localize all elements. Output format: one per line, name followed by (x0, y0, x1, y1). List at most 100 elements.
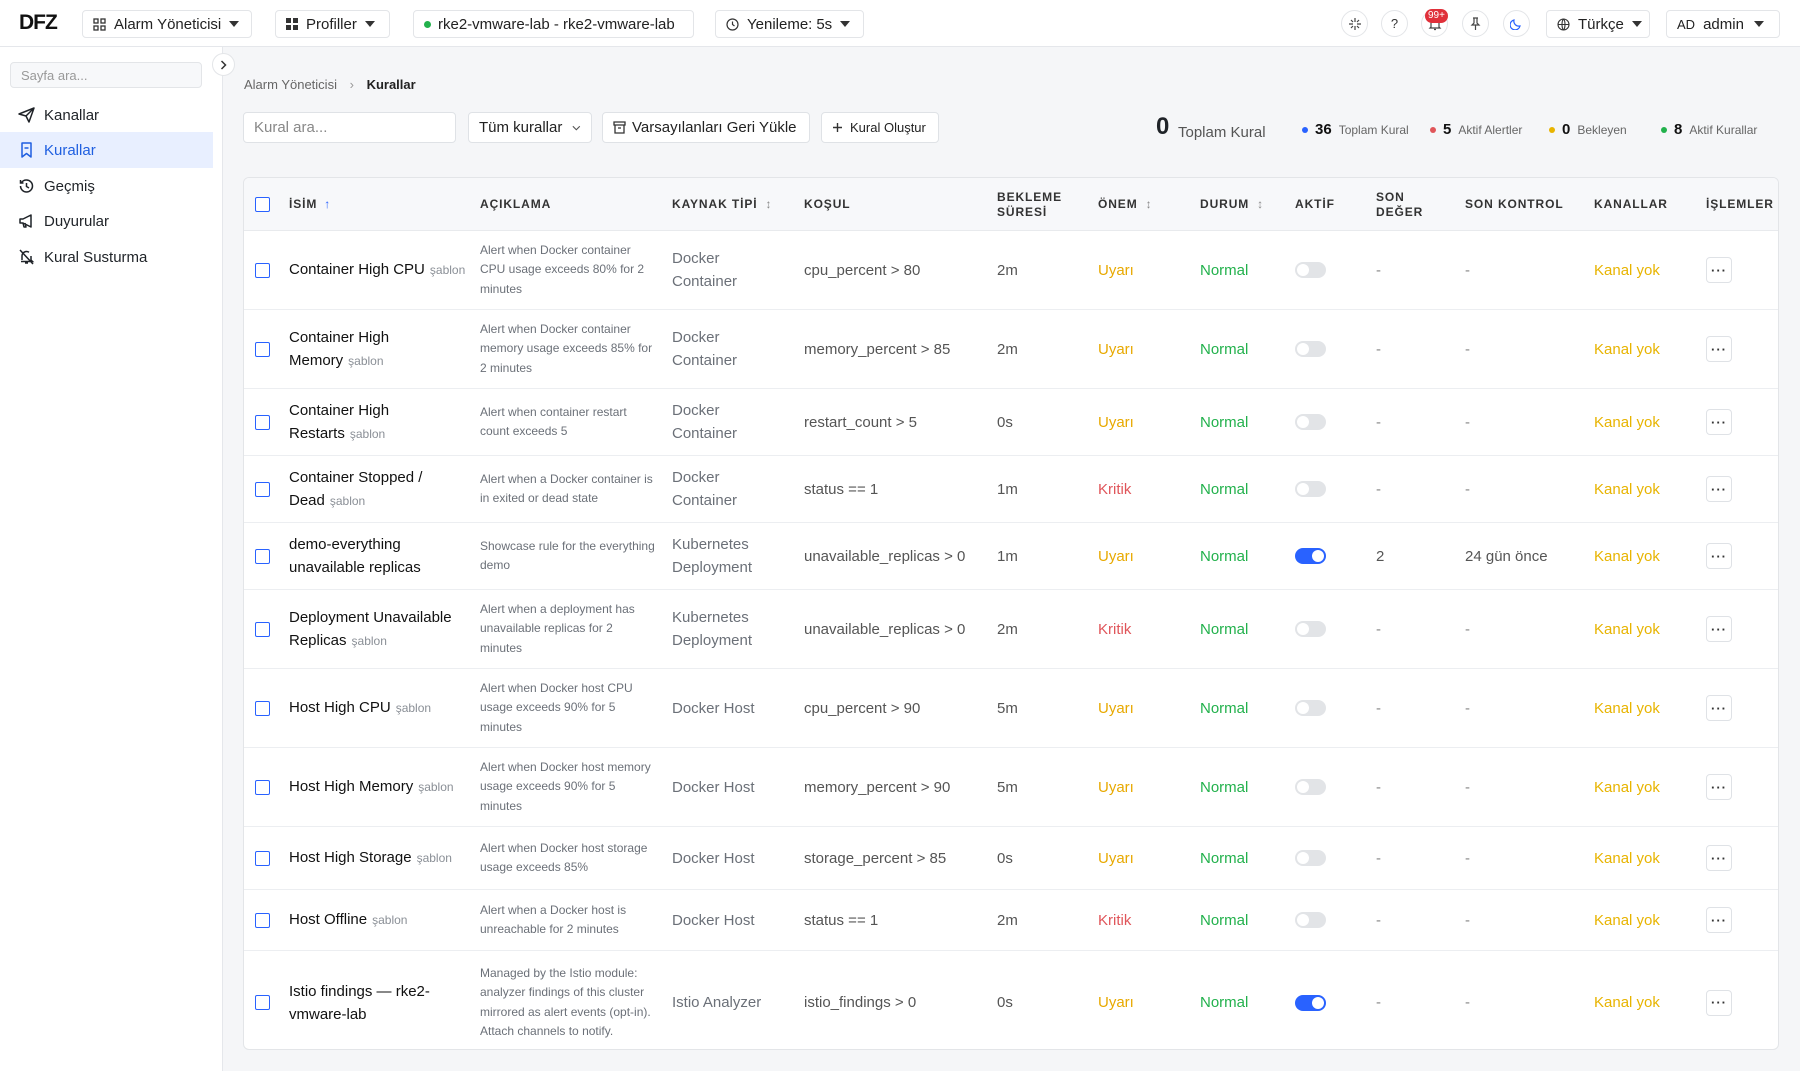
stat-dot (1549, 126, 1555, 133)
column-header-label: KANALLAR (1594, 197, 1668, 211)
sparkle-button[interactable] (1341, 10, 1368, 37)
sidebar-item-history[interactable]: Geçmiş (0, 168, 213, 204)
language-selector[interactable]: Türkçe (1546, 10, 1650, 38)
rule-name[interactable]: Host High CPU (289, 699, 391, 716)
more-actions-button[interactable]: ··· (1706, 257, 1732, 283)
row-checkbox[interactable] (255, 748, 270, 826)
wait-time: 2m (997, 620, 1018, 638)
condition-cell: storage_percent > 85 (804, 827, 946, 889)
table-row[interactable]: Container High CPU şablon Alert when Docke… (244, 231, 1778, 310)
row-checkbox[interactable] (255, 456, 270, 522)
more-actions-button[interactable]: ··· (1706, 616, 1732, 642)
rule-name[interactable]: Host High Memory (289, 778, 413, 795)
sidebar-item-label: Geçmiş (44, 177, 95, 195)
more-actions-button[interactable]: ··· (1706, 543, 1732, 569)
rule-filter-select[interactable]: Tüm kurallar (468, 112, 592, 143)
user-name: admin (1703, 15, 1744, 33)
theme-toggle-button[interactable] (1503, 10, 1530, 37)
active-toggle[interactable] (1295, 414, 1326, 430)
condition: memory_percent > 90 (804, 778, 951, 796)
more-actions-button[interactable]: ··· (1706, 989, 1732, 1016)
row-checkbox[interactable] (255, 890, 270, 950)
more-actions-button[interactable]: ··· (1706, 695, 1732, 721)
table-row[interactable]: Container Stopped / Dead şablon Alert when… (244, 456, 1778, 523)
active-toggle[interactable] (1295, 850, 1326, 866)
help-button[interactable]: ? (1381, 10, 1408, 37)
status-badge: Normal (1200, 911, 1249, 929)
cluster-selector[interactable]: rke2-vmware-lab - rke2-vmware-lab (413, 10, 694, 38)
more-actions-button[interactable]: ··· (1706, 774, 1732, 800)
active-toggle[interactable] (1295, 548, 1326, 564)
restore-defaults-button[interactable]: Varsayılanları Geri Yükle (602, 112, 810, 143)
table-row[interactable]: Host High Memory şablon Alert when Docker … (244, 748, 1778, 827)
row-checkbox[interactable] (255, 231, 270, 309)
active-cell (1295, 951, 1326, 1049)
notification-badge: 99+ (1425, 9, 1448, 23)
row-checkbox[interactable] (255, 310, 270, 388)
rule-name[interactable]: Host Offline (289, 911, 367, 928)
sidebar-collapse-button[interactable] (212, 53, 235, 76)
active-toggle[interactable] (1295, 481, 1326, 497)
create-rule-button[interactable]: Kural Oluştur (821, 112, 939, 143)
table-row[interactable]: Deployment Unavailable Replicas şablon Ale… (244, 590, 1778, 669)
active-cell (1295, 523, 1326, 589)
sidebar-item-rules[interactable]: Kurallar (0, 132, 213, 168)
active-toggle[interactable] (1295, 779, 1326, 795)
rule-name[interactable]: demo-everything unavailable replicas (289, 536, 421, 576)
severity-cell: Kritik (1098, 590, 1131, 668)
column-header-source-type[interactable]: KAYNAK TİPİ ↕ (672, 178, 772, 231)
column-header-severity[interactable]: ÖNEM ↕ (1098, 178, 1153, 231)
column-header-status[interactable]: DURUM ↕ (1200, 178, 1264, 231)
table-row[interactable]: Istio findings — rke2-vmware-lab Managed … (244, 951, 1778, 1049)
more-actions-button[interactable]: ··· (1706, 476, 1732, 502)
column-header-name[interactable]: İSİM ↑ (289, 178, 331, 231)
select-all-checkbox[interactable] (255, 178, 270, 231)
sidebar-item-channels[interactable]: Kanallar (0, 97, 213, 133)
row-checkbox[interactable] (255, 523, 270, 589)
refresh-selector[interactable]: Yenileme: 5s (715, 10, 864, 38)
last-value-cell: - (1376, 456, 1381, 522)
row-checkbox[interactable] (255, 590, 270, 668)
active-toggle[interactable] (1295, 700, 1326, 716)
table-row[interactable]: demo-everything unavailable replicas Show… (244, 523, 1778, 590)
active-toggle[interactable] (1295, 912, 1326, 928)
active-toggle[interactable] (1295, 262, 1326, 278)
pin-button[interactable] (1462, 10, 1489, 37)
active-toggle[interactable] (1295, 621, 1326, 637)
active-toggle[interactable] (1295, 994, 1326, 1011)
table-row[interactable]: Host High CPU şablon Alert when Docker hos… (244, 669, 1778, 748)
sort-icon: ↕ (1145, 197, 1153, 211)
table-row[interactable]: Container High Restarts şablon Alert when … (244, 389, 1778, 456)
wait-time: 5m (997, 699, 1018, 717)
sidebar-item-announcements[interactable]: Duyurular (0, 203, 213, 239)
page-search-input[interactable]: Sayfa ara... (10, 62, 202, 88)
active-toggle[interactable] (1295, 341, 1326, 357)
rule-search-input[interactable] (254, 119, 444, 136)
condition-cell: status == 1 (804, 890, 878, 950)
row-checkbox[interactable] (255, 827, 270, 889)
rule-search-field[interactable] (243, 112, 456, 143)
more-actions-button[interactable]: ··· (1706, 409, 1732, 435)
severity-cell: Uyarı (1098, 523, 1134, 589)
profiles-selector[interactable]: Profiller (275, 10, 390, 38)
more-actions-button[interactable]: ··· (1706, 845, 1732, 871)
template-tag: şablon (372, 913, 408, 927)
table-row[interactable]: Container High Memory şablon Alert when Do… (244, 310, 1778, 389)
row-checkbox[interactable] (255, 669, 270, 747)
rule-name[interactable]: Container High CPU (289, 261, 425, 278)
breadcrumb-parent[interactable]: Alarm Yöneticisi (244, 77, 337, 92)
source-type-cell: Kubernetes Deployment (672, 590, 782, 668)
row-checkbox[interactable] (255, 951, 270, 1049)
table-row[interactable]: Host Offline şablon Alert when a Docker ho… (244, 890, 1778, 951)
app-logo[interactable]: DFZ (19, 11, 58, 35)
rule-name[interactable]: Host High Storage (289, 849, 412, 866)
severity-cell: Uyarı (1098, 389, 1134, 455)
rule-name[interactable]: Istio findings — rke2-vmware-lab (289, 983, 430, 1023)
more-actions-button[interactable]: ··· (1706, 336, 1732, 362)
table-row[interactable]: Host High Storage şablon Alert when Docker… (244, 827, 1778, 890)
sidebar-item-rule-silencing[interactable]: Kural Susturma (0, 239, 213, 275)
module-selector[interactable]: Alarm Yöneticisi (82, 10, 252, 38)
user-menu[interactable]: AD admin (1666, 10, 1780, 38)
row-checkbox[interactable] (255, 389, 270, 455)
more-actions-button[interactable]: ··· (1706, 907, 1732, 933)
